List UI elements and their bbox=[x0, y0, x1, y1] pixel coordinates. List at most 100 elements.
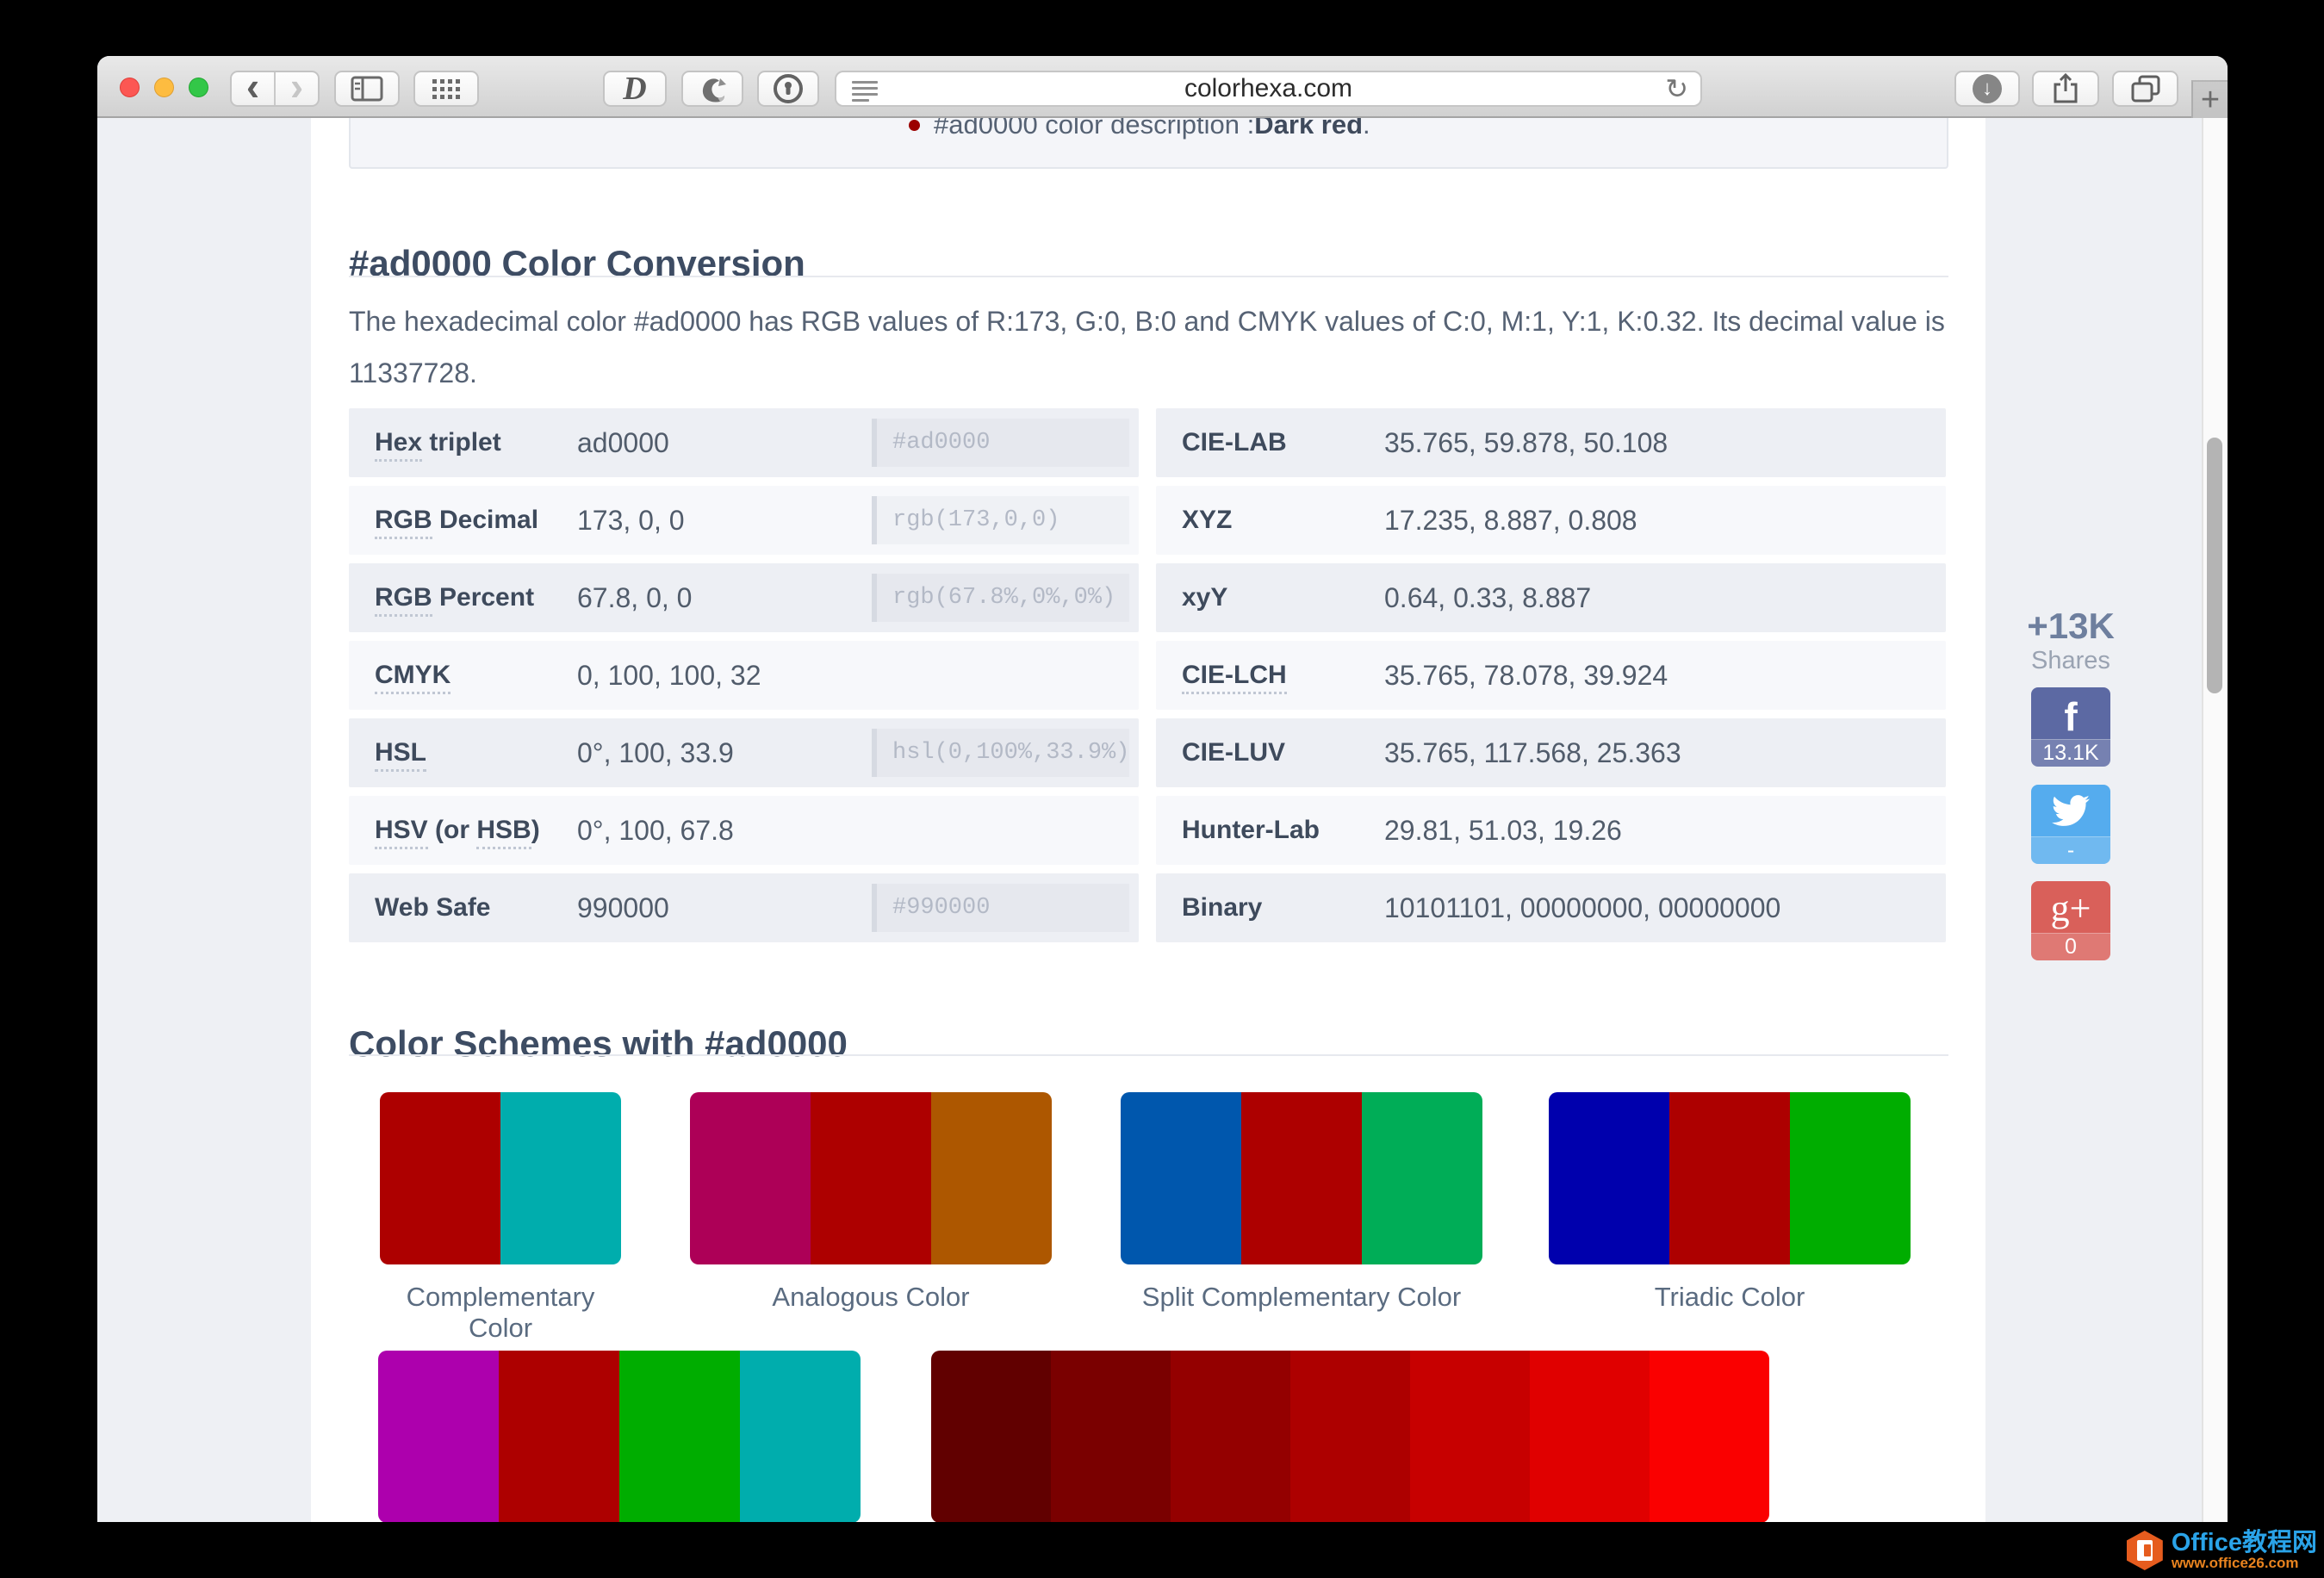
divider bbox=[349, 276, 1948, 277]
row-label: CIE-LCH bbox=[1182, 661, 1287, 690]
scheme-caption: Triadic Color bbox=[1549, 1282, 1911, 1313]
color-swatch-cell[interactable] bbox=[1171, 1351, 1290, 1522]
color-swatch-cell[interactable] bbox=[499, 1351, 619, 1522]
watermark: Office教程网 www.office26.com bbox=[2127, 1530, 2317, 1571]
zoom-window-button[interactable] bbox=[189, 78, 208, 97]
row-value: 67.8, 0, 0 bbox=[577, 582, 692, 614]
scrollbar-thumb[interactable] bbox=[2207, 438, 2222, 693]
page-viewport: #ad0000 color description : Dark red . #… bbox=[97, 118, 2228, 1522]
color-scheme-swatch bbox=[1549, 1092, 1911, 1264]
color-swatch-cell[interactable] bbox=[1121, 1092, 1241, 1264]
back-chevron-icon: ‹ bbox=[246, 70, 259, 103]
color-swatch-cell[interactable] bbox=[378, 1351, 499, 1522]
row-label: xyY bbox=[1182, 583, 1227, 612]
color-swatch-cell[interactable] bbox=[1051, 1351, 1171, 1522]
office26-logo-icon bbox=[2127, 1531, 2163, 1570]
row-value: 0°, 100, 33.9 bbox=[577, 737, 734, 769]
watermark-url: www.office26.com bbox=[2172, 1556, 2317, 1571]
row-value: 0°, 100, 67.8 bbox=[577, 815, 734, 847]
row-value: 173, 0, 0 bbox=[577, 505, 685, 537]
table-row: xyY 0.64, 0.33, 8.887 bbox=[1156, 563, 1946, 632]
browser-window: ‹ › D bbox=[97, 56, 2228, 1522]
forward-chevron-icon: › bbox=[290, 70, 303, 103]
extension-squirrel-button[interactable] bbox=[681, 71, 743, 107]
color-swatch-cell[interactable] bbox=[740, 1351, 861, 1522]
table-row: CIE-LCH 35.765, 78.078, 39.924 bbox=[1156, 641, 1946, 710]
color-swatch-cell[interactable] bbox=[619, 1351, 740, 1522]
color-swatch-cell[interactable] bbox=[931, 1092, 1052, 1264]
color-swatch-cell[interactable] bbox=[500, 1092, 621, 1264]
color-scheme-swatch bbox=[1121, 1092, 1482, 1264]
grid-icon bbox=[431, 77, 462, 101]
color-swatch-cell[interactable] bbox=[690, 1092, 811, 1264]
close-window-button[interactable] bbox=[120, 78, 140, 97]
table-row: RGB Percent67.8, 0, 0rgb(67.8%,0%,0%) bbox=[349, 563, 1139, 632]
row-value: 0.64, 0.33, 8.887 bbox=[1384, 582, 1591, 614]
reload-icon[interactable]: ↻ bbox=[1665, 72, 1688, 105]
share-facebook-button[interactable]: f13.1K bbox=[2031, 687, 2110, 767]
color-swatch-cell[interactable] bbox=[1530, 1351, 1650, 1522]
sidebar-icon bbox=[350, 75, 384, 103]
color-scheme-swatch bbox=[380, 1092, 621, 1264]
row-value: 990000 bbox=[577, 892, 669, 924]
color-swatch-cell[interactable] bbox=[931, 1351, 1051, 1522]
forward-button[interactable]: › bbox=[276, 72, 318, 105]
table-row: XYZ17.235, 8.887, 0.808 bbox=[1156, 486, 1946, 555]
row-value: 17.235, 8.887, 0.808 bbox=[1384, 505, 1637, 537]
d-extension-icon: D bbox=[623, 72, 646, 105]
back-button[interactable]: ‹ bbox=[232, 72, 276, 105]
extension-d-button[interactable]: D bbox=[603, 71, 667, 107]
scheme-caption: Complementary Color bbox=[380, 1282, 621, 1344]
table-row: CIE-LAB35.765, 59.878, 50.108 bbox=[1156, 408, 1946, 477]
minimize-window-button[interactable] bbox=[154, 78, 174, 97]
share-twitter-button[interactable]: - bbox=[2031, 785, 2110, 864]
row-label: HSV (or HSB) bbox=[375, 816, 540, 845]
row-value: 10101101, 00000000, 00000000 bbox=[1384, 892, 1780, 924]
divider bbox=[349, 1054, 1948, 1056]
row-value: 35.765, 59.878, 50.108 bbox=[1384, 427, 1668, 459]
googleplus-icon: g+ bbox=[2031, 881, 2110, 933]
share-googleplus-button[interactable]: g+0 bbox=[2031, 881, 2110, 960]
row-label: Web Safe bbox=[375, 893, 491, 923]
row-label: CMYK bbox=[375, 661, 451, 690]
row-value: 35.765, 117.568, 25.363 bbox=[1384, 737, 1681, 769]
row-value: ad0000 bbox=[577, 427, 669, 459]
address-bar[interactable]: colorhexa.com ↻ bbox=[835, 71, 1702, 107]
color-swatch-cell[interactable] bbox=[1669, 1092, 1790, 1264]
color-swatch-cell[interactable] bbox=[1790, 1092, 1911, 1264]
color-swatch-cell[interactable] bbox=[1362, 1092, 1482, 1264]
list-bullet-icon bbox=[909, 120, 920, 131]
keyhole-lock-icon bbox=[771, 71, 805, 106]
color-swatch-cell[interactable] bbox=[1549, 1092, 1669, 1264]
row-label: HSL bbox=[375, 738, 426, 767]
color-swatch-cell[interactable] bbox=[811, 1092, 931, 1264]
color-swatch-cell[interactable] bbox=[380, 1092, 500, 1264]
share-button[interactable] bbox=[2032, 71, 2099, 107]
share-icon bbox=[2051, 72, 2080, 105]
color-scheme-swatch bbox=[690, 1092, 1052, 1264]
table-row: Hunter-Lab29.81, 51.03, 19.26 bbox=[1156, 796, 1946, 865]
color-swatch-cell[interactable] bbox=[1290, 1351, 1410, 1522]
squirrel-icon bbox=[694, 71, 730, 106]
url-text: colorhexa.com bbox=[836, 72, 1700, 105]
note-bold: Dark red bbox=[1254, 118, 1363, 140]
row-value: 0, 100, 100, 32 bbox=[577, 660, 761, 692]
row-code-snippet: #990000 bbox=[872, 884, 1129, 932]
color-description-box: #ad0000 color description : Dark red . bbox=[349, 118, 1948, 169]
sidebar-toggle-button[interactable] bbox=[334, 71, 400, 107]
extension-1password-button[interactable] bbox=[757, 71, 819, 107]
color-swatch-cell[interactable] bbox=[1650, 1351, 1769, 1522]
conversion-intro: The hexadecimal color #ad0000 has RGB va… bbox=[349, 295, 1977, 399]
table-row: HSL0°, 100, 33.9hsl(0,100%,33.9%) bbox=[349, 718, 1139, 787]
new-tab-button[interactable]: + bbox=[2191, 80, 2228, 118]
row-value: 35.765, 78.078, 39.924 bbox=[1384, 660, 1668, 692]
color-swatch-cell[interactable] bbox=[1410, 1351, 1530, 1522]
downloads-button[interactable]: ↓ bbox=[1954, 71, 2020, 107]
tab-overview-button[interactable] bbox=[2112, 71, 2178, 107]
row-label: RGB Decimal bbox=[375, 506, 538, 535]
top-sites-button[interactable] bbox=[413, 71, 479, 107]
row-label: RGB Percent bbox=[375, 583, 534, 612]
share-count: - bbox=[2031, 836, 2110, 864]
color-swatch-cell[interactable] bbox=[1241, 1092, 1362, 1264]
scrollbar-track[interactable] bbox=[2202, 118, 2228, 1522]
